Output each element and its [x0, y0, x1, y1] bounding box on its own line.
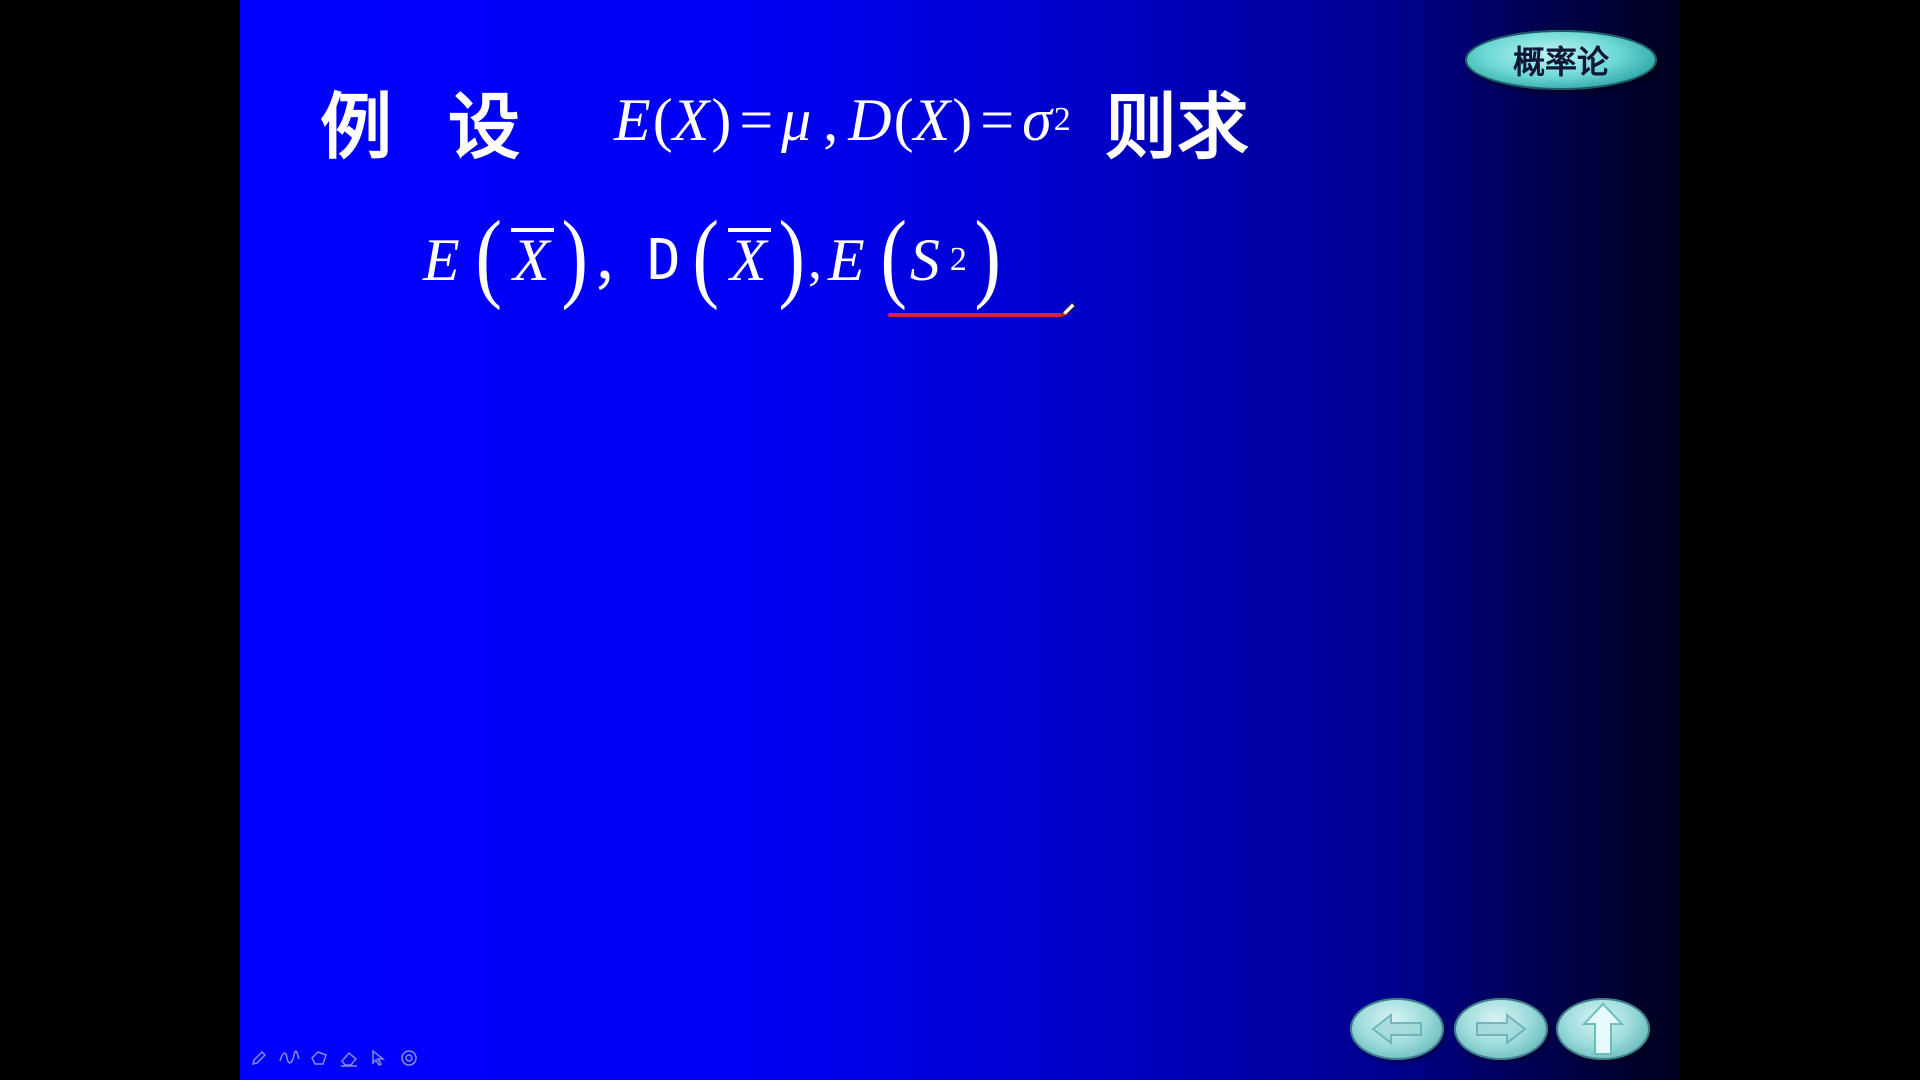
math-superscript-2: 2 — [1053, 101, 1071, 138]
expr-X-bar-2: X — [722, 226, 775, 295]
label-then-find: 则求 — [1104, 84, 1249, 169]
expr-E: E — [423, 226, 462, 293]
arrow-right-icon — [1476, 1012, 1527, 1046]
arrow-up-icon — [1581, 1002, 1625, 1055]
presenter-toolbar — [248, 1047, 420, 1069]
expr-lparen-2: ( — [691, 200, 719, 311]
arrow-left-icon — [1371, 1012, 1422, 1046]
pen-cursor-icon — [1058, 300, 1078, 320]
expr-D: D — [646, 227, 681, 293]
math-X-2: X — [913, 86, 953, 153]
math-mu: μ — [781, 86, 814, 153]
expressions-to-find-line: E ( X ) ， D ( X ) , E ( S 2 ) — [423, 200, 1004, 320]
home-up-button[interactable] — [1556, 998, 1650, 1060]
math-D: D — [848, 86, 894, 153]
target-icon[interactable] — [398, 1047, 420, 1069]
math-equals: = — [739, 86, 774, 153]
expr-E-2: E — [827, 226, 867, 293]
course-badge[interactable]: 概率论 — [1465, 30, 1657, 90]
expr-lparen: ( — [474, 200, 502, 311]
problem-statement-line: 例 设 E ( X ) = μ , D ( X ) = σ 2 则求 — [320, 70, 1249, 170]
expr-lparen-3: ( — [879, 200, 907, 311]
math-lparen-2: ( — [893, 86, 914, 153]
pointer-icon[interactable] — [368, 1047, 390, 1069]
previous-slide-button[interactable] — [1350, 998, 1444, 1060]
pen-annotation-underline — [888, 313, 1064, 317]
math-comma: , — [823, 86, 839, 153]
math-sigma: σ — [1022, 86, 1054, 153]
label-let: 设 — [448, 84, 521, 169]
expr-rparen-3: ) — [974, 200, 1001, 311]
freehand-icon[interactable] — [278, 1047, 300, 1069]
math-rparen-2: ) — [952, 86, 973, 153]
math-E: E — [614, 86, 653, 153]
shape-icon[interactable] — [308, 1047, 330, 1069]
screen: 例 设 E ( X ) = μ , D ( X ) = σ 2 则求 E ( X… — [0, 0, 1920, 1080]
math-lparen: ( — [652, 86, 673, 153]
expr-superscript-2: 2 — [949, 241, 967, 278]
expr-comma-cjk: ， — [590, 234, 647, 297]
expr-S: S — [909, 226, 942, 293]
expr-rparen-2: ) — [777, 200, 805, 311]
math-X: X — [672, 86, 712, 153]
expr-X-bar: X — [505, 226, 558, 295]
math-rparen: ) — [711, 86, 732, 153]
pen-icon[interactable] — [248, 1047, 270, 1069]
eraser-icon[interactable] — [338, 1047, 360, 1069]
label-example: 例 — [320, 84, 393, 169]
math-equals-2: = — [980, 86, 1015, 153]
course-badge-label: 概率论 — [1512, 43, 1609, 81]
next-slide-button[interactable] — [1454, 998, 1548, 1060]
presentation-slide[interactable]: 例 设 E ( X ) = μ , D ( X ) = σ 2 则求 E ( X… — [240, 0, 1680, 1080]
expr-rparen: ) — [560, 200, 588, 311]
expr-comma: , — [807, 229, 822, 291]
